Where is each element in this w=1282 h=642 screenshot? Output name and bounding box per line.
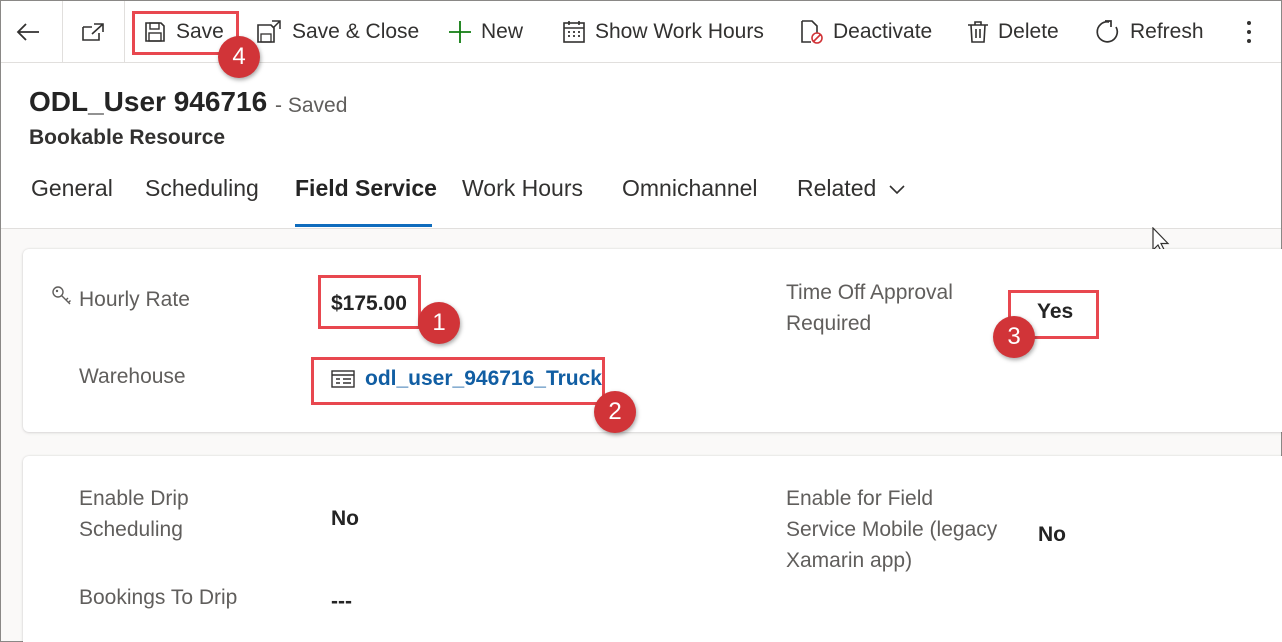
open-in-new-window-button[interactable] (80, 1, 106, 63)
save-close-icon (257, 20, 281, 43)
deactivate-label: Deactivate (833, 20, 933, 43)
tab-field-service[interactable]: Field Service (295, 175, 437, 202)
tab-general[interactable]: General (31, 175, 113, 202)
tab-work-hours[interactable]: Work Hours (462, 175, 583, 202)
delete-label: Delete (998, 20, 1059, 43)
refresh-icon (1096, 20, 1119, 43)
new-button-label: New (481, 20, 524, 43)
record-title: ODL_User 946716 (29, 86, 268, 117)
callout-highlight-warehouse (311, 357, 605, 405)
time-off-label-line2: Required (786, 312, 872, 335)
toolbar-divider (124, 1, 125, 63)
chevron-down-icon (889, 184, 905, 194)
field-service-mobile-label: Enable for Field Service Mobile (legacy … (786, 483, 997, 576)
active-tab-indicator (295, 224, 432, 227)
more-commands-button[interactable] (1239, 1, 1259, 63)
field-service-section: Hourly Rate $175.00 Warehouse odl_user_9… (23, 249, 1282, 432)
callout-highlight-hourly-rate (318, 275, 421, 329)
bookings-to-drip-value: --- (331, 590, 352, 613)
deactivate-button[interactable]: Deactivate (798, 1, 932, 63)
toolbar-divider (62, 1, 63, 63)
calendar-icon (563, 21, 585, 43)
callout-badge-4: 4 (218, 36, 260, 78)
callout-badge-3: 3 (993, 316, 1035, 358)
new-button[interactable]: New (448, 1, 523, 63)
tab-scheduling[interactable]: Scheduling (145, 175, 259, 202)
refresh-label: Refresh (1130, 20, 1204, 43)
callout-badge-2: 2 (594, 391, 636, 433)
deactivate-document-icon (801, 20, 823, 44)
save-status: - Saved (275, 94, 348, 117)
lock-key-icon (52, 286, 71, 305)
open-new-window-icon (82, 23, 104, 41)
show-work-hours-button[interactable]: Show Work Hours (562, 1, 764, 63)
mobile-label-line3: Xamarin app) (786, 549, 913, 572)
tab-omnichannel[interactable]: Omnichannel (622, 175, 758, 202)
drip-label-line1: Enable Drip (79, 487, 189, 510)
delete-button[interactable]: Delete (967, 1, 1059, 63)
save-and-close-button[interactable]: Save & Close (255, 1, 419, 63)
enable-drip-scheduling-value: No (331, 507, 359, 530)
bookings-to-drip-label: Bookings To Drip (79, 586, 238, 609)
trash-icon (968, 21, 988, 43)
hourly-rate-label: Hourly Rate (79, 288, 190, 311)
drip-label-line2: Scheduling (79, 518, 183, 541)
plus-icon (449, 21, 471, 43)
callout-badge-1: 1 (418, 302, 460, 344)
mobile-label-line2: Service Mobile (legacy (786, 518, 998, 541)
save-and-close-label: Save & Close (292, 20, 420, 43)
drip-scheduling-section: Enable Drip Scheduling No Bookings To Dr… (23, 456, 1282, 642)
back-button[interactable] (15, 1, 41, 63)
time-off-approval-label: Time Off Approval Required (786, 277, 953, 339)
field-service-mobile-value: No (1038, 523, 1066, 546)
enable-drip-scheduling-label: Enable Drip Scheduling (79, 483, 189, 545)
tab-related[interactable]: Related (797, 175, 906, 202)
warehouse-label: Warehouse (79, 365, 186, 388)
more-vertical-icon (1247, 21, 1251, 43)
time-off-label-line1: Time Off Approval (786, 281, 953, 304)
refresh-button[interactable]: Refresh (1095, 1, 1204, 63)
mobile-label-line1: Enable for Field (786, 487, 934, 510)
tab-related-label: Related (797, 175, 877, 201)
back-arrow-icon (16, 23, 39, 41)
record-header: ODL_User 946716 - Saved Bookable Resourc… (1, 63, 1281, 229)
show-work-hours-label: Show Work Hours (595, 20, 764, 43)
entity-name: Bookable Resource (29, 126, 226, 149)
